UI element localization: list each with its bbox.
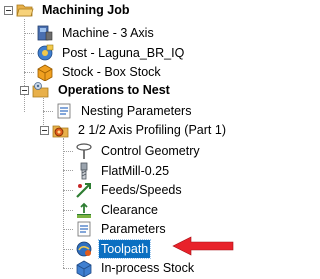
tree-connector xyxy=(63,151,73,152)
tree-item-label: FlatMill-0.25 xyxy=(101,164,170,178)
tree-item-operations-to-nest[interactable]: Operations to Nest xyxy=(20,80,172,100)
in-process-stock-icon xyxy=(76,260,92,277)
tree-connector xyxy=(63,268,73,269)
tree-item-label: In-process Stock xyxy=(101,261,195,275)
collapse-toggle[interactable] xyxy=(40,125,49,135)
tree-item-label: Toolpath xyxy=(97,239,152,259)
tree-item-label: Machine - 3 Axis xyxy=(62,26,154,40)
tree-item-control-geometry[interactable]: Control Geometry xyxy=(75,141,202,161)
tree-item-label: Control Geometry xyxy=(101,144,200,158)
stock-box-icon xyxy=(37,64,53,81)
tree-item-in-process-stock[interactable]: In-process Stock xyxy=(75,258,196,278)
tree-item-stock[interactable]: Stock - Box Stock xyxy=(36,62,163,82)
collapse-toggle[interactable] xyxy=(4,5,13,15)
operations-folder-icon xyxy=(32,82,49,98)
parameters-icon xyxy=(77,221,91,237)
tree-connector xyxy=(63,170,73,171)
profiling-folder-icon xyxy=(52,125,69,138)
tree-item-toolpath[interactable]: Toolpath xyxy=(75,239,152,259)
collapse-toggle[interactable] xyxy=(20,85,29,95)
tree-item-label: Feeds/Speeds xyxy=(101,183,182,197)
tree-connector xyxy=(43,111,53,112)
tree-connector xyxy=(24,72,34,73)
tree-item-label: Operations to Nest xyxy=(58,83,170,97)
tree-item-nesting-parameters[interactable]: Nesting Parameters xyxy=(55,101,193,121)
tree-connector xyxy=(24,53,34,54)
tree-item-label: Parameters xyxy=(101,222,166,236)
tree-item-label: Stock - Box Stock xyxy=(62,65,161,79)
tree-item-label: 2 1/2 Axis Profiling (Part 1) xyxy=(78,123,226,137)
tree-connector xyxy=(24,33,34,34)
tree-item-profiling-part1[interactable]: 2 1/2 Axis Profiling (Part 1) xyxy=(40,120,228,140)
tree-item-feeds-speeds[interactable]: Feeds/Speeds xyxy=(75,180,184,200)
post-processor-icon xyxy=(37,44,54,61)
machine-icon xyxy=(37,25,53,41)
tree-item-label: Machining Job xyxy=(42,3,130,17)
tree-connector xyxy=(63,210,73,211)
clearance-icon xyxy=(77,202,91,218)
toolpath-icon xyxy=(76,241,92,257)
tree-item-flatmill[interactable]: FlatMill-0.25 xyxy=(75,161,171,181)
tree-connector xyxy=(63,190,73,191)
feeds-speeds-icon xyxy=(76,183,91,198)
tree-item-label: Post - Laguna_BR_IQ xyxy=(62,46,185,60)
tree-connector xyxy=(63,249,73,250)
tree-item-machine[interactable]: Machine - 3 Axis xyxy=(36,23,156,43)
operations-tree: Machining Job Machine - 3 Axis Post - La… xyxy=(0,0,250,279)
tree-item-label: Nesting Parameters xyxy=(81,104,192,118)
tree-item-clearance[interactable]: Clearance xyxy=(75,200,160,220)
flatmill-tool-icon xyxy=(80,162,88,180)
control-geometry-icon xyxy=(76,143,92,159)
tree-root-machining-job[interactable]: Machining Job xyxy=(4,0,132,20)
nesting-parameters-icon xyxy=(57,103,71,119)
folder-open-icon xyxy=(16,4,34,17)
red-arrow-icon xyxy=(172,236,234,256)
tree-item-post[interactable]: Post - Laguna_BR_IQ xyxy=(36,43,186,63)
tree-item-label: Clearance xyxy=(101,203,158,217)
tree-item-parameters[interactable]: Parameters xyxy=(75,219,168,239)
tree-connector xyxy=(63,229,73,230)
